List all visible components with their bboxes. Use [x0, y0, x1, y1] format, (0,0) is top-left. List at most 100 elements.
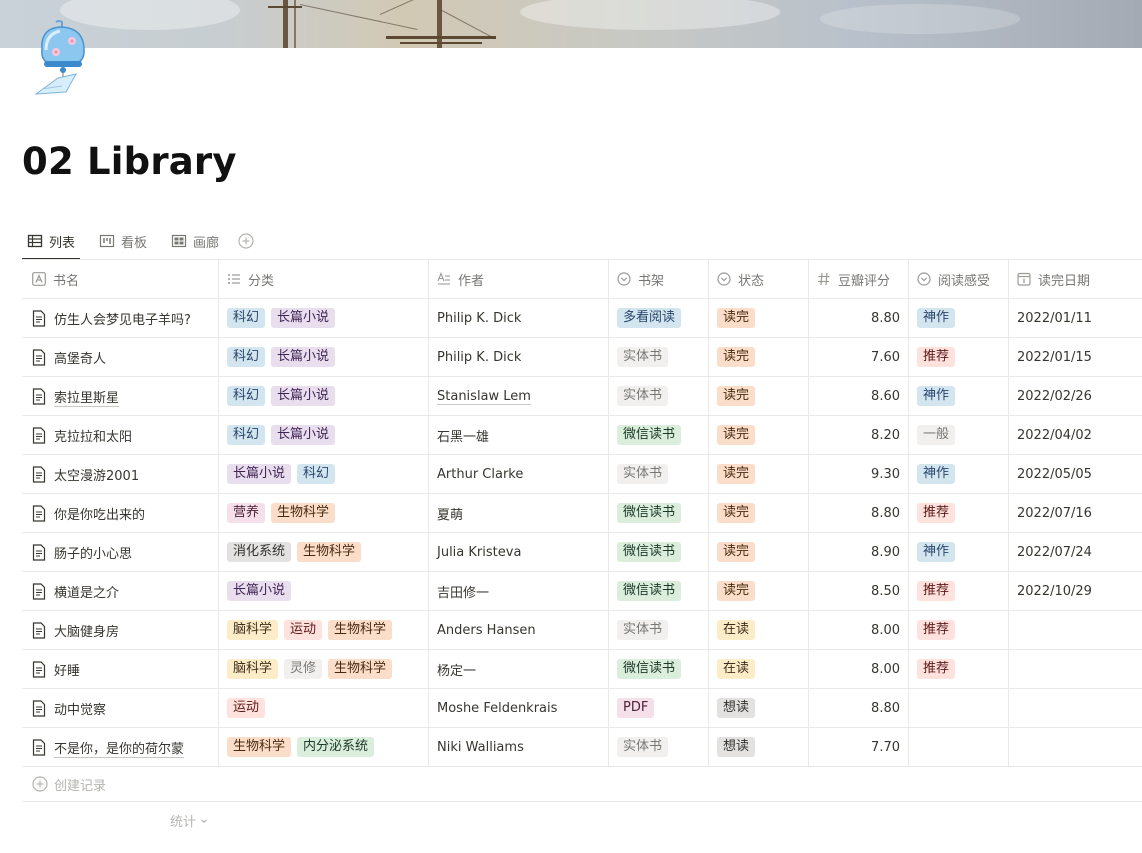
- date-cell[interactable]: [1009, 650, 1142, 688]
- book-name-cell[interactable]: 肠子的小心思: [22, 533, 219, 571]
- category-tag[interactable]: 长篇小说: [271, 308, 336, 328]
- shelf-cell[interactable]: 微信读书: [609, 533, 709, 571]
- book-name[interactable]: 好睡: [54, 660, 80, 679]
- author-cell[interactable]: 夏萌: [429, 494, 609, 532]
- book-name[interactable]: 太空漫游2001: [54, 465, 139, 484]
- author-cell[interactable]: Arthur Clarke: [429, 455, 609, 493]
- shelf-tag[interactable]: 微信读书: [617, 581, 682, 601]
- category-cell[interactable]: 科幻 长篇小说: [219, 416, 429, 454]
- date-cell[interactable]: 2022/05/05: [1009, 455, 1142, 493]
- tab-gallery[interactable]: 画廊: [166, 223, 224, 259]
- status-tag[interactable]: 在读: [717, 620, 756, 640]
- score-cell[interactable]: 8.60: [809, 377, 909, 415]
- status-tag[interactable]: 读完: [717, 464, 756, 484]
- category-tag[interactable]: 科幻: [227, 308, 266, 328]
- status-tag[interactable]: 读完: [717, 503, 756, 523]
- feeling-tag[interactable]: 神作: [917, 308, 956, 328]
- score-cell[interactable]: 8.00: [809, 611, 909, 649]
- book-name[interactable]: 高堡奇人: [54, 348, 106, 367]
- status-cell[interactable]: 在读: [709, 650, 809, 688]
- category-cell[interactable]: 脑科学 灵修 生物科学: [219, 650, 429, 688]
- status-cell[interactable]: 读完: [709, 494, 809, 532]
- feeling-tag[interactable]: 推荐: [917, 347, 956, 367]
- table-row[interactable]: 太空漫游2001 长篇小说 科幻 Arthur Clarke 实体书 读完 9.30 神作 20…: [22, 455, 1142, 494]
- feeling-tag[interactable]: 推荐: [917, 581, 956, 601]
- feeling-cell[interactable]: 推荐: [909, 494, 1009, 532]
- category-cell[interactable]: 科幻 长篇小说: [219, 338, 429, 376]
- category-cell[interactable]: 科幻 长篇小说: [219, 377, 429, 415]
- category-cell[interactable]: 科幻 长篇小说: [219, 299, 429, 337]
- status-cell[interactable]: 想读: [709, 689, 809, 727]
- category-tag[interactable]: 长篇小说: [271, 425, 336, 445]
- score-cell[interactable]: 8.50: [809, 572, 909, 610]
- category-tag[interactable]: 灵修: [284, 659, 323, 679]
- book-name-cell[interactable]: 高堡奇人: [22, 338, 219, 376]
- book-name-cell[interactable]: 不是你，是你的荷尔蒙: [22, 728, 219, 766]
- date-cell[interactable]: 2022/04/02: [1009, 416, 1142, 454]
- score-cell[interactable]: 7.70: [809, 728, 909, 766]
- shelf-cell[interactable]: 实体书: [609, 377, 709, 415]
- author-cell[interactable]: Moshe Feldenkrais: [429, 689, 609, 727]
- feeling-tag[interactable]: 神作: [917, 386, 956, 406]
- book-name-cell[interactable]: 仿生人会梦见电子羊吗?: [22, 299, 219, 337]
- author-cell[interactable]: 吉田修一: [429, 572, 609, 610]
- date-cell[interactable]: 2022/10/29: [1009, 572, 1142, 610]
- status-cell[interactable]: 想读: [709, 728, 809, 766]
- date-cell[interactable]: 2022/02/26: [1009, 377, 1142, 415]
- book-name[interactable]: 不是你，是你的荷尔蒙: [54, 738, 184, 757]
- column-header-category[interactable]: 分类: [219, 260, 429, 298]
- shelf-tag[interactable]: 微信读书: [617, 542, 682, 562]
- category-tag[interactable]: 科幻: [227, 425, 266, 445]
- status-cell[interactable]: 读完: [709, 338, 809, 376]
- category-tag[interactable]: 运动: [227, 698, 266, 718]
- category-cell[interactable]: 营养 生物科学: [219, 494, 429, 532]
- feeling-tag[interactable]: 一般: [917, 425, 956, 445]
- feeling-cell[interactable]: 推荐: [909, 572, 1009, 610]
- status-cell[interactable]: 读完: [709, 533, 809, 571]
- book-name[interactable]: 克拉拉和太阳: [54, 426, 132, 445]
- table-row[interactable]: 好睡 脑科学 灵修 生物科学 杨定一 微信读书 在读 8.00 推荐: [22, 650, 1142, 689]
- shelf-cell[interactable]: 微信读书: [609, 572, 709, 610]
- new-record-button[interactable]: 创建记录: [22, 767, 1142, 802]
- book-name[interactable]: 仿生人会梦见电子羊吗?: [54, 309, 191, 328]
- category-tag[interactable]: 长篇小说: [271, 347, 336, 367]
- shelf-cell[interactable]: PDF: [609, 689, 709, 727]
- date-cell[interactable]: 2022/01/15: [1009, 338, 1142, 376]
- feeling-cell[interactable]: 神作: [909, 377, 1009, 415]
- date-cell[interactable]: [1009, 689, 1142, 727]
- book-name[interactable]: 索拉里斯星: [54, 387, 119, 406]
- date-cell[interactable]: 2022/07/24: [1009, 533, 1142, 571]
- table-row[interactable]: 仿生人会梦见电子羊吗? 科幻 长篇小说 Philip K. Dick 多看阅读 读完 8.8…: [22, 299, 1142, 338]
- column-header-date[interactable]: 读完日期: [1009, 260, 1142, 298]
- shelf-cell[interactable]: 实体书: [609, 728, 709, 766]
- shelf-tag[interactable]: 实体书: [617, 347, 669, 367]
- category-tag[interactable]: 运动: [284, 620, 323, 640]
- status-tag[interactable]: 读完: [717, 542, 756, 562]
- status-cell[interactable]: 在读: [709, 611, 809, 649]
- author-cell[interactable]: Anders Hansen: [429, 611, 609, 649]
- book-name[interactable]: 肠子的小心思: [54, 543, 132, 562]
- book-name[interactable]: 动中觉察: [54, 699, 106, 718]
- feeling-cell[interactable]: [909, 728, 1009, 766]
- feeling-cell[interactable]: [909, 689, 1009, 727]
- category-tag[interactable]: 科幻: [227, 347, 266, 367]
- category-tag[interactable]: 长篇小说: [271, 386, 336, 406]
- category-tag[interactable]: 内分泌系统: [297, 737, 375, 757]
- author-cell[interactable]: Philip K. Dick: [429, 338, 609, 376]
- author-cell[interactable]: 杨定一: [429, 650, 609, 688]
- shelf-cell[interactable]: 微信读书: [609, 416, 709, 454]
- category-tag[interactable]: 生物科学: [297, 542, 362, 562]
- book-name[interactable]: 横道是之介: [54, 582, 119, 601]
- category-cell[interactable]: 脑科学 运动 生物科学: [219, 611, 429, 649]
- tab-list[interactable]: 列表: [22, 223, 81, 260]
- category-cell[interactable]: 长篇小说: [219, 572, 429, 610]
- category-tag[interactable]: 脑科学: [227, 620, 279, 640]
- date-cell[interactable]: 2022/07/16: [1009, 494, 1142, 532]
- column-header-score[interactable]: 豆瓣评分: [809, 260, 909, 298]
- status-cell[interactable]: 读完: [709, 572, 809, 610]
- table-row[interactable]: 大脑健身房 脑科学 运动 生物科学 Anders Hansen 实体书 在读 8.00 推荐: [22, 611, 1142, 650]
- column-header-author[interactable]: 作者: [429, 260, 609, 298]
- score-cell[interactable]: 8.80: [809, 494, 909, 532]
- feeling-cell[interactable]: 推荐: [909, 611, 1009, 649]
- table-row[interactable]: 高堡奇人 科幻 长篇小说 Philip K. Dick 实体书 读完 7.60 推荐 2022/…: [22, 338, 1142, 377]
